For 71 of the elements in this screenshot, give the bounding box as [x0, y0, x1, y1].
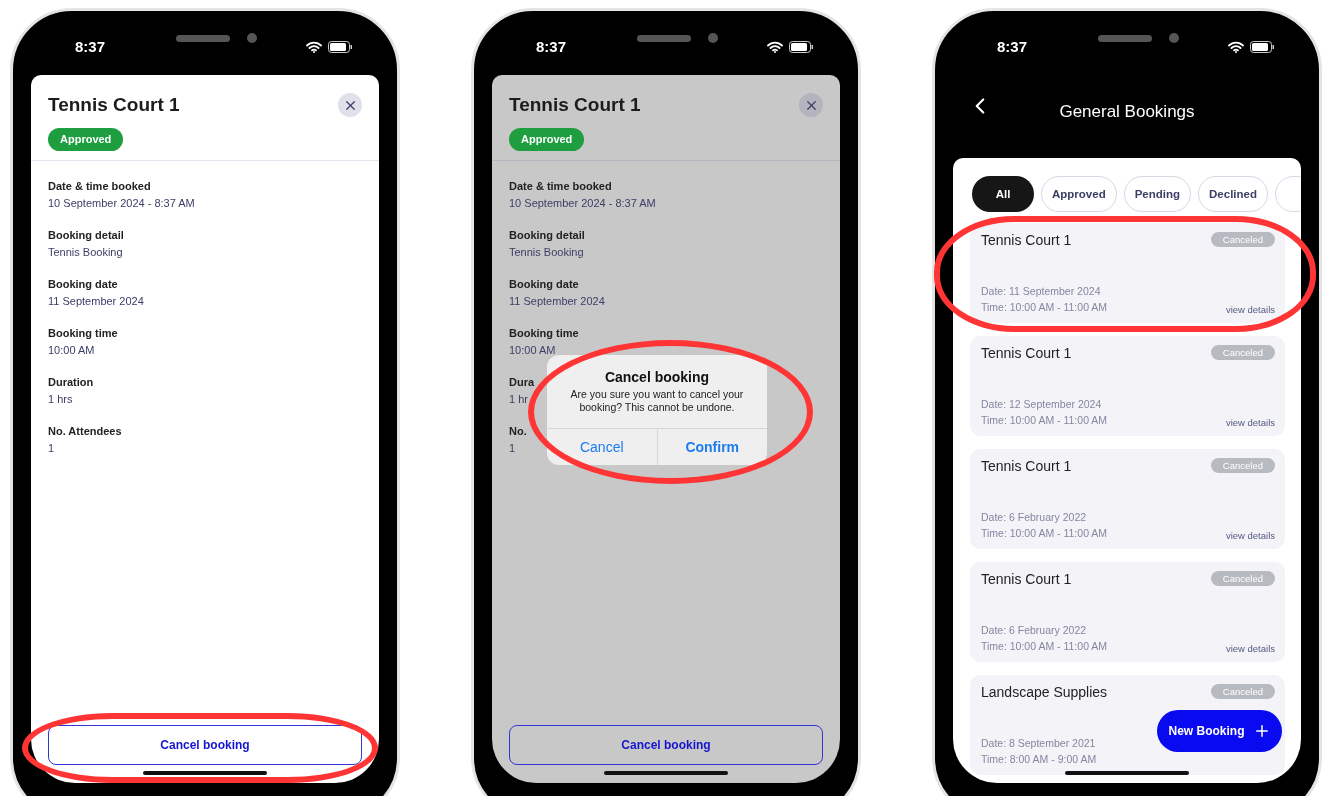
field-label: No. [509, 424, 527, 439]
status-badge: Canceled [1210, 232, 1275, 247]
field-label: Booking date [509, 277, 579, 292]
field-value: 10 September 2024 - 8:37 AM [509, 196, 656, 211]
booking-card[interactable]: Tennis Court 1 Canceled Date: 6 February 2022 Time: 10:00 AM - 11:00 AM view details [970, 562, 1285, 662]
field-value: 11 September 2024 [509, 294, 605, 309]
booking-time: Time: 10:00 AM - 11:00 AM [981, 300, 1108, 315]
status-badge: Approved [48, 128, 124, 151]
filter-chip[interactable]: Pending [1123, 176, 1192, 212]
booking-title: Tennis Court 1 [981, 232, 1072, 248]
field-value: 10:00 AM [48, 343, 95, 358]
field-value: 1 hrs [48, 392, 73, 407]
cancel-booking-button[interactable]: Cancel booking [48, 725, 362, 765]
booking-time: Time: 10:00 AM - 11:00 AM [981, 413, 1108, 428]
booking-time: Time: 8:00 AM - 9:00 AM [981, 752, 1097, 767]
booking-title: Tennis Court 1 [981, 571, 1072, 587]
field-value: 11 September 2024 [48, 294, 144, 309]
booking-title: Tennis Court 1 [981, 458, 1072, 474]
field-value: 1 [48, 441, 55, 456]
view-details-link[interactable]: view details [1225, 643, 1275, 654]
field-label: Duration [48, 375, 94, 390]
booking-title: Landscape Supplies [981, 684, 1108, 700]
booking-card[interactable]: Tennis Court 1 Canceled Date: 6 February 2022 Time: 10:00 AM - 11:00 AM view details [970, 449, 1285, 549]
booking-title: Tennis Court 1 [981, 345, 1072, 361]
status-badge: Canceled [1210, 458, 1275, 473]
status-badge: Canceled [1210, 571, 1275, 586]
field-value: 10 September 2024 - 8:37 AM [48, 196, 195, 211]
field-value: Tennis Booking [48, 245, 123, 260]
filter-chip[interactable]: Approved [1041, 176, 1117, 212]
view-details-link[interactable]: view details [1225, 304, 1275, 315]
field-value: Tennis Booking [509, 245, 584, 260]
dialog-button[interactable]: Confirm [656, 429, 767, 465]
dialog-title: Cancel booking [603, 368, 711, 385]
field-label: Date & time booked [48, 179, 151, 194]
status-time: 8:37 [997, 38, 1028, 55]
field-label: Booking detail [48, 228, 124, 243]
booking-card[interactable]: Tennis Court 1 Canceled Date: 12 September 2024 Time: 10:00 AM - 11:00 AM view details [970, 336, 1285, 436]
field-label: Booking time [509, 326, 579, 341]
status-badge: Canceled [1210, 684, 1275, 699]
field-value: 1 hr [509, 392, 528, 407]
filter-chip[interactable]: All [972, 176, 1034, 212]
booking-card[interactable]: Tennis Court 1 Canceled Date: 11 September 2024 Time: 10:00 AM - 11:00 AM view details [970, 223, 1285, 323]
booking-date: Date: 6 February 2022 [981, 623, 1088, 638]
booking-title: Tennis Court 1 [48, 94, 180, 116]
filter-chip[interactable]: Declined [1198, 176, 1268, 212]
status-time: 8:37 [75, 38, 106, 55]
dialog-message: Are you sure you want to cancel your booking? This cannot be undone. [569, 387, 745, 415]
dialog-button[interactable]: Cancel [547, 429, 657, 465]
booking-date: Date: 12 September 2024 [981, 397, 1103, 412]
field-label: Booking date [48, 277, 118, 292]
cancel-booking-button[interactable]: Cancel booking [509, 725, 823, 765]
status-badge: Canceled [1210, 345, 1275, 360]
view-details-link[interactable]: view details [1225, 530, 1275, 541]
booking-date: Date: 8 September 2021 [981, 736, 1097, 751]
field-value: 10:00 AM [509, 343, 556, 358]
page-title: General Bookings [1059, 101, 1195, 122]
field-label: Dura [509, 375, 535, 390]
booking-title: Tennis Court 1 [509, 94, 641, 116]
field-label: Booking time [48, 326, 118, 341]
booking-date: Date: 11 September 2024 [981, 284, 1102, 299]
status-time: 8:37 [536, 38, 567, 55]
new-booking-button[interactable]: New Booking [1157, 710, 1282, 752]
field-value: 1 [509, 441, 516, 456]
booking-time: Time: 10:00 AM - 11:00 AM [981, 526, 1108, 541]
field-label: Date & time booked [509, 179, 612, 194]
field-label: Booking detail [509, 228, 585, 243]
view-details-link[interactable]: view details [1225, 417, 1275, 428]
booking-time: Time: 10:00 AM - 11:00 AM [981, 639, 1108, 654]
field-label: No. Attendees [48, 424, 122, 439]
status-badge: Approved [509, 128, 585, 151]
booking-date: Date: 6 February 2022 [981, 510, 1088, 525]
